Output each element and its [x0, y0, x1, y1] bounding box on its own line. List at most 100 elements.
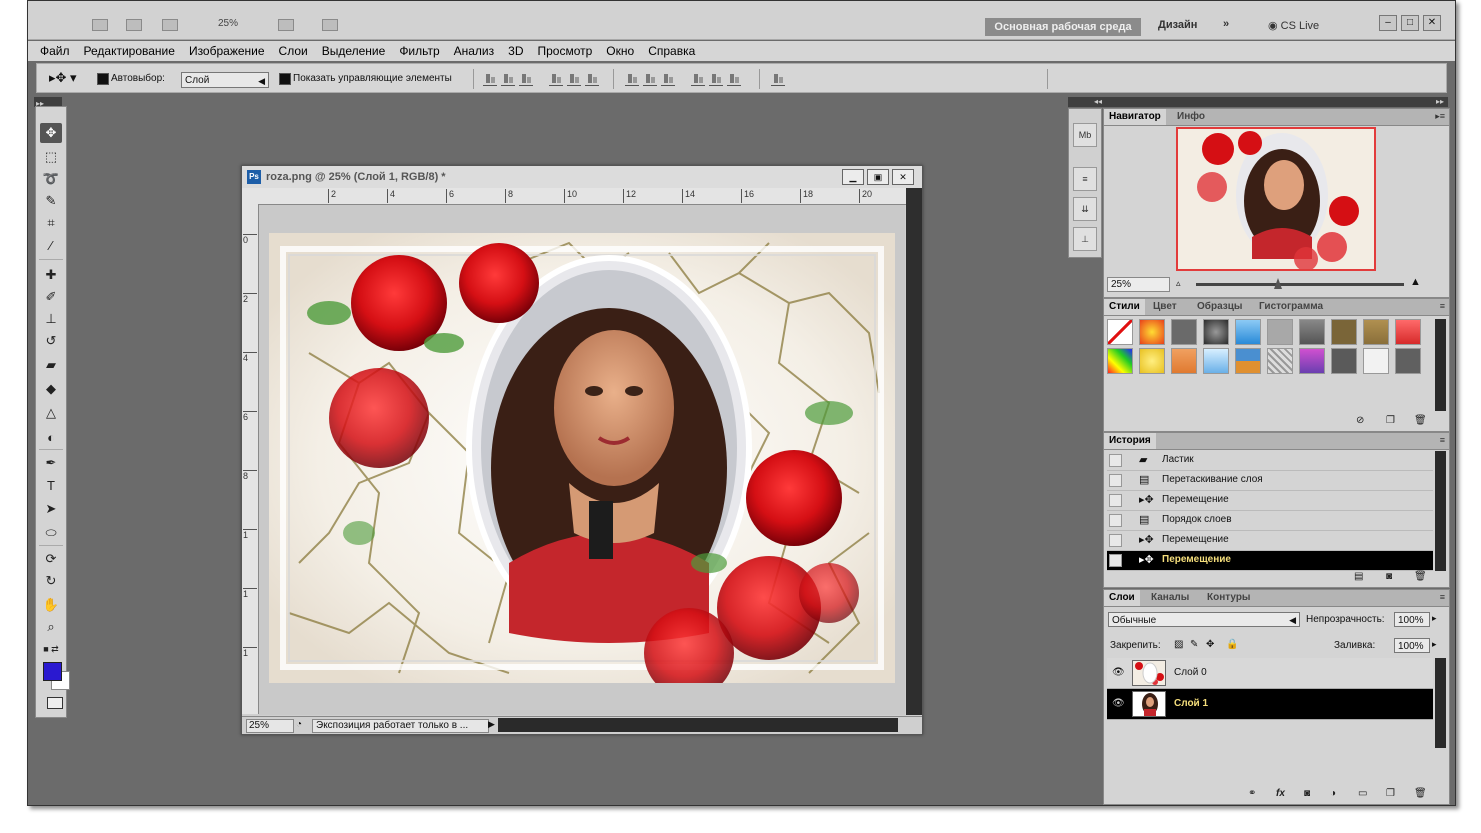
layer-row-selected[interactable]: 👁 Слой 1: [1107, 689, 1433, 720]
workspace-essentials-button[interactable]: Основная рабочая среда: [985, 18, 1141, 36]
status-zoom-field[interactable]: 25%: [246, 719, 294, 733]
opacity-slider-arrow-icon[interactable]: ▸: [1432, 613, 1437, 624]
tab-history[interactable]: История: [1104, 433, 1156, 449]
style-swatch[interactable]: [1331, 348, 1357, 374]
blur-tool-icon[interactable]: △: [40, 403, 62, 423]
clear-style-icon[interactable]: ⊘: [1356, 415, 1364, 426]
new-group-icon[interactable]: ▭: [1358, 788, 1367, 799]
workspace-design-button[interactable]: Дизайн: [1158, 19, 1197, 31]
style-swatch[interactable]: [1299, 348, 1325, 374]
autoselect-checkbox[interactable]: [97, 73, 109, 85]
history-step[interactable]: ▰ Ластик: [1107, 451, 1433, 471]
panel-menu-icon[interactable]: ▸≡: [1435, 111, 1445, 122]
history-scrollbar[interactable]: [1435, 451, 1446, 571]
distribute-left-icon[interactable]: [691, 73, 705, 86]
lock-position-icon[interactable]: ✥: [1206, 639, 1214, 650]
panel-dock-collapse-strip[interactable]: ◂◂ ▸▸: [1068, 97, 1448, 107]
style-swatch[interactable]: [1363, 348, 1389, 374]
style-swatch[interactable]: [1395, 319, 1421, 345]
style-swatch[interactable]: [1107, 348, 1133, 374]
tab-styles[interactable]: Стили: [1104, 299, 1145, 315]
new-style-icon[interactable]: ❐: [1386, 415, 1395, 426]
history-snapshot-checkbox[interactable]: [1109, 534, 1122, 547]
navigator-thumbnail[interactable]: [1176, 127, 1376, 271]
document-horizontal-scrollbar[interactable]: [498, 718, 898, 732]
mini-bridge-dock-icon[interactable]: Mb: [1073, 123, 1097, 147]
tab-histogram[interactable]: Гистограмма: [1254, 299, 1328, 315]
style-swatch[interactable]: [1267, 319, 1293, 345]
menu-edit[interactable]: Редактирование: [77, 44, 182, 58]
clone-source-dock-icon[interactable]: ⇊: [1073, 197, 1097, 221]
tab-layers[interactable]: Слои: [1104, 590, 1140, 606]
link-layers-icon[interactable]: ⚭: [1248, 788, 1256, 799]
minibridge-icon[interactable]: [126, 19, 142, 31]
layers-scrollbar[interactable]: [1435, 658, 1446, 748]
style-swatch[interactable]: [1139, 348, 1165, 374]
eye-icon[interactable]: 👁: [1112, 667, 1125, 678]
opacity-field[interactable]: 100%: [1394, 612, 1430, 627]
maximize-icon[interactable]: □: [1401, 15, 1419, 31]
paint-bucket-tool-icon[interactable]: ◆: [40, 379, 62, 399]
lock-transparency-icon[interactable]: ▨: [1174, 639, 1183, 650]
create-snapshot-icon[interactable]: ◙: [1386, 571, 1392, 582]
document-vertical-scrollbar[interactable]: [906, 188, 922, 715]
history-step[interactable]: ▤ Перетаскивание слоя: [1107, 471, 1433, 491]
horizontal-ruler[interactable]: 2 4 6 8 10 12 14 16 18 20: [260, 188, 906, 205]
history-step-current[interactable]: ▸✥ Перемещение: [1107, 551, 1433, 571]
panel-menu-icon[interactable]: ≡: [1440, 592, 1445, 602]
layer-row[interactable]: 👁 Слой 0: [1107, 658, 1433, 689]
align-vcenter-icon[interactable]: [501, 73, 515, 86]
doc-minimize-icon[interactable]: ▁: [842, 169, 864, 185]
foreground-color-swatch[interactable]: [43, 662, 62, 681]
history-snapshot-checkbox[interactable]: [1109, 494, 1122, 507]
tool-presets-dock-icon[interactable]: ⊥: [1073, 227, 1097, 251]
new-layer-icon[interactable]: ❐: [1386, 788, 1395, 799]
dodge-tool-icon[interactable]: ◐: [40, 427, 62, 447]
screen-mode-icon[interactable]: [322, 19, 338, 31]
menu-layer[interactable]: Слои: [272, 44, 315, 58]
brush-tool-icon[interactable]: ✐: [40, 287, 62, 307]
bridge-icon[interactable]: [92, 19, 108, 31]
3d-rotate-tool-icon[interactable]: ⟳: [40, 549, 62, 569]
tab-navigator[interactable]: Навигатор: [1104, 109, 1166, 125]
history-step[interactable]: ▤ Порядок слоев: [1107, 511, 1433, 531]
marquee-tool-icon[interactable]: ⬚: [40, 147, 62, 167]
menu-3d[interactable]: 3D: [501, 44, 530, 58]
pen-tool-icon[interactable]: ✒: [40, 453, 62, 473]
vertical-ruler[interactable]: 0 2 4 6 8 1 1 1: [242, 204, 259, 714]
hand-tool-icon[interactable]: ✋: [40, 595, 62, 615]
tab-channels[interactable]: Каналы: [1146, 590, 1194, 606]
style-swatch[interactable]: [1139, 319, 1165, 345]
style-swatch[interactable]: [1171, 319, 1197, 345]
zoom-tool-icon[interactable]: ⌕: [40, 617, 62, 637]
delete-layer-icon[interactable]: 🗑: [1414, 788, 1427, 799]
document-title-bar[interactable]: Ps roza.png @ 25% (Слой 1, RGB/8) * ▁ ▣ …: [242, 166, 922, 189]
distribute-vcenter-icon[interactable]: [643, 73, 657, 86]
document-image[interactable]: [269, 233, 895, 683]
distribute-top-icon[interactable]: [625, 73, 639, 86]
move-tool-preset-icon[interactable]: ▸✥ ▾: [49, 70, 77, 86]
quick-mask-icon[interactable]: [47, 697, 63, 709]
canvas-area[interactable]: [259, 205, 905, 715]
style-swatch[interactable]: [1107, 319, 1133, 345]
align-bottom-icon[interactable]: [519, 73, 533, 86]
panel-menu-icon[interactable]: ≡: [1440, 435, 1445, 445]
delete-style-icon[interactable]: 🗑: [1414, 415, 1427, 426]
eye-icon[interactable]: 👁: [1112, 698, 1125, 709]
cs-live-button[interactable]: ◉ CS Live: [1268, 19, 1319, 32]
eyedropper-tool-icon[interactable]: ⁄: [40, 235, 62, 255]
history-snapshot-checkbox[interactable]: [1109, 454, 1122, 467]
distribute-hcenter-icon[interactable]: [709, 73, 723, 86]
type-tool-icon[interactable]: T: [40, 475, 62, 495]
status-menu-arrow-icon[interactable]: ▶: [488, 719, 495, 730]
styles-scrollbar[interactable]: [1435, 319, 1446, 411]
style-swatch[interactable]: [1363, 319, 1389, 345]
auto-align-layers-icon[interactable]: [771, 73, 785, 86]
zoom-out-icon[interactable]: ▵: [1176, 278, 1181, 289]
adjustment-layer-icon[interactable]: ◑: [1330, 788, 1336, 799]
tab-swatches[interactable]: Образцы: [1192, 299, 1247, 315]
align-left-icon[interactable]: [549, 73, 563, 86]
style-swatch[interactable]: [1171, 348, 1197, 374]
history-step[interactable]: ▸✥ Перемещение: [1107, 491, 1433, 511]
healing-brush-tool-icon[interactable]: ✚: [40, 265, 62, 285]
